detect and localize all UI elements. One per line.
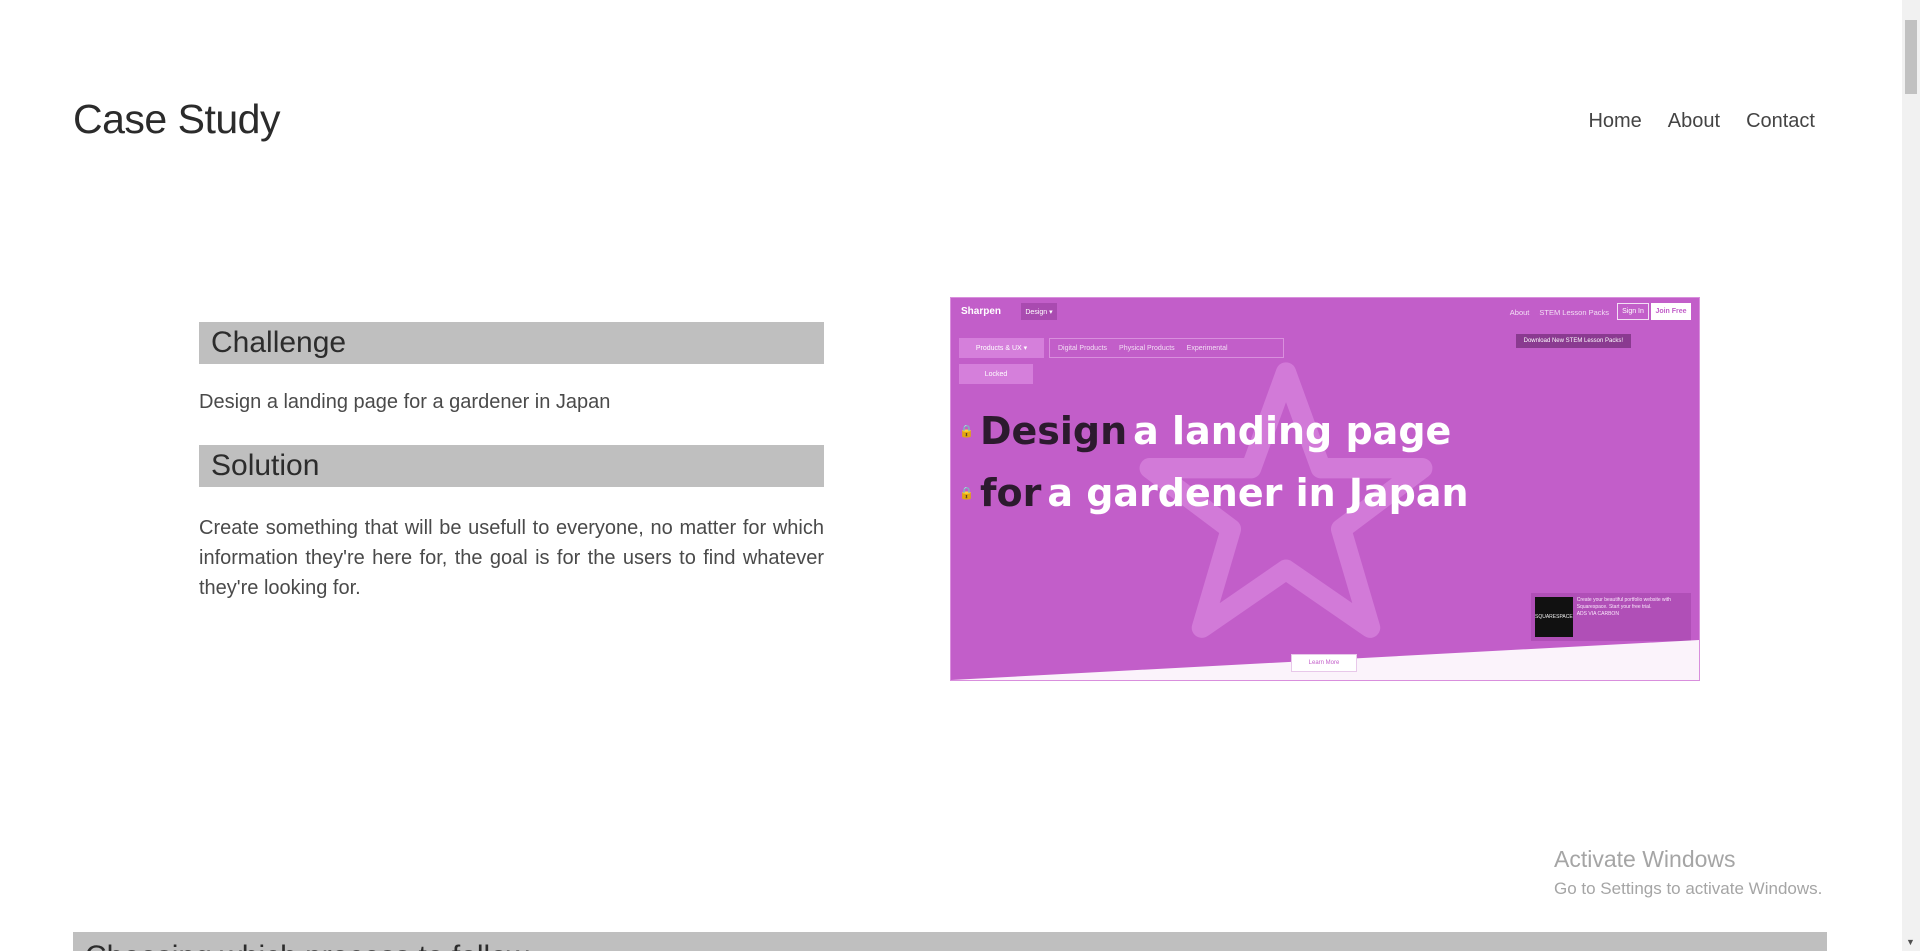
preview-signin-button: Sign In (1617, 303, 1649, 320)
solution-heading-bar: Solution (199, 445, 824, 487)
next-section-heading-bar: Choosing which process to follow (73, 932, 1827, 951)
scroll-down-arrow-icon[interactable]: ▼ (1906, 937, 1915, 947)
preview-experimental-link: Experimental (1186, 344, 1228, 352)
main-nav: Home About Contact (1588, 110, 1815, 133)
preview-ad: SQUARESPACE Create your beautiful portfo… (1531, 593, 1691, 641)
challenge-text: Design a landing page for a gardener in … (199, 391, 611, 413)
solution-heading: Solution (211, 449, 320, 482)
challenge-heading: Challenge (211, 326, 347, 359)
preview-headline-rest-2: a gardener in Japan (1047, 471, 1469, 515)
preview-headline-line-2: 🔒 for a gardener in Japan (959, 462, 1469, 524)
preview-ad-text: Create your beautiful portfolio website … (1576, 597, 1671, 610)
preview-headline-rest-1: a landing page (1133, 409, 1452, 453)
preview-topbar: Sharpen Design ▾ About STEM Lesson Packs… (951, 298, 1699, 326)
solution-text: Create something that will be usefull to… (199, 517, 824, 599)
preview-joinfree-button: Join Free (1651, 303, 1691, 320)
preview-design-button: Design ▾ (1021, 303, 1057, 320)
nav-about-link[interactable]: About (1668, 110, 1720, 133)
preview-stem-link: STEM Lesson Packs (1539, 308, 1609, 317)
preview-logo: Sharpen (961, 306, 1002, 317)
windows-watermark-subtitle: Go to Settings to activate Windows. (1554, 879, 1823, 898)
nav-contact-link[interactable]: Contact (1746, 110, 1815, 133)
preview-learn-more-button: Learn More (1291, 654, 1357, 672)
landing-page-preview-image: Sharpen Design ▾ About STEM Lesson Packs… (950, 297, 1700, 681)
lock-icon: 🔒 (959, 486, 974, 500)
windows-watermark-title: Activate Windows (1554, 846, 1736, 872)
preview-physical-link: Physical Products (1119, 344, 1175, 352)
preview-ad-copy: Create your beautiful portfolio website … (1577, 597, 1687, 637)
preview-headline-word-for: for (979, 471, 1042, 515)
preview-ad-note: ADS VIA CARBON (1576, 611, 1619, 617)
challenge-heading-bar: Challenge (199, 322, 824, 364)
site-title: Case Study (73, 96, 280, 142)
preview-category-links: Digital Products Physical Products Exper… (1049, 338, 1284, 358)
preview-category-button: Products & UX ▾ (959, 338, 1044, 358)
preview-digital-link: Digital Products (1058, 344, 1108, 352)
vertical-scrollbar[interactable]: ▼ (1902, 0, 1920, 951)
scrollbar-thumb[interactable] (1905, 20, 1917, 94)
preview-download-notice: Download New STEM Lesson Packs! (1515, 334, 1631, 348)
preview-ad-image: SQUARESPACE (1535, 597, 1573, 637)
nav-home-link[interactable]: Home (1588, 110, 1641, 133)
preview-about-link: About (1509, 308, 1530, 317)
preview-locked-button: Locked (959, 364, 1033, 384)
next-section-heading: Choosing which process to follow (85, 940, 529, 951)
page: Case Study Home About Contact Challenge … (0, 0, 1920, 951)
lock-icon: 🔒 (959, 424, 974, 438)
preview-headline: 🔒 Design a landing page 🔒 for a gardener… (959, 400, 1469, 524)
preview-top-links: About STEM Lesson Packs (1510, 308, 1609, 317)
preview-headline-line-1: 🔒 Design a landing page (959, 400, 1469, 462)
preview-headline-word-design: Design (979, 409, 1128, 453)
